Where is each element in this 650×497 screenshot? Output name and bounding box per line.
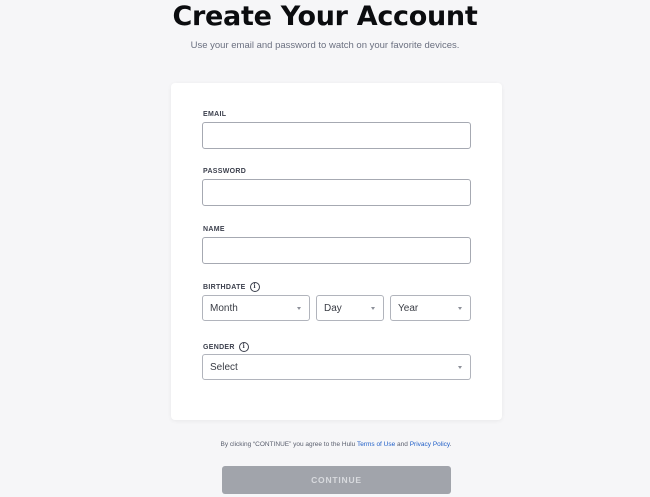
email-field[interactable]	[202, 122, 471, 149]
birthdate-day-select[interactable]: Day	[316, 295, 384, 321]
signup-page: Create Your Account Use your email and p…	[0, 0, 650, 497]
name-field[interactable]	[202, 237, 471, 264]
birthdate-month-value: Month	[210, 302, 238, 314]
terms-and: and	[395, 441, 410, 448]
password-field[interactable]	[202, 179, 471, 206]
signup-form-card: EMAIL PASSWORD NAME BIRTHDATE i Month Da…	[171, 83, 502, 420]
year-chevron-down-icon	[458, 307, 462, 310]
gender-chevron-down-icon	[458, 366, 462, 369]
terms-of-use-link[interactable]: Terms of Use	[357, 441, 395, 448]
password-label: PASSWORD	[203, 168, 246, 175]
terms-notice: By clicking “CONTINUE” you agree to the …	[0, 441, 650, 448]
gender-info-icon[interactable]: i	[238, 342, 249, 352]
password-label-text: PASSWORD	[203, 168, 247, 175]
email-label-text: EMAIL	[203, 111, 227, 118]
email-label: EMAIL	[203, 111, 226, 118]
name-label: NAME	[203, 226, 225, 233]
name-label-text: NAME	[203, 226, 225, 233]
continue-button[interactable]: CONTINUE	[222, 466, 451, 494]
birthdate-day-value: Day	[324, 302, 342, 314]
birthdate-info-icon[interactable]: i	[249, 282, 260, 292]
page-title: Create Your Account	[172, 1, 478, 32]
privacy-policy-link[interactable]: Privacy Policy	[410, 441, 450, 448]
birthdate-month-select[interactable]: Month	[202, 295, 310, 321]
birthdate-year-value: Year	[398, 302, 419, 314]
gender-label: GENDER i	[203, 342, 249, 352]
birthdate-label: BIRTHDATE i	[203, 282, 260, 292]
terms-suffix: .	[449, 441, 452, 448]
day-chevron-down-icon	[371, 307, 375, 310]
birthdate-label-text: BIRTHDATE	[203, 283, 246, 291]
terms-prefix: By clicking “CONTINUE” you agree to the …	[220, 441, 357, 448]
month-chevron-down-icon	[297, 307, 301, 310]
page-subtitle: Use your email and password to watch on …	[190, 40, 460, 51]
gender-label-text: GENDER	[203, 343, 235, 351]
gender-select-value: Select	[210, 361, 238, 373]
birthdate-year-select[interactable]: Year	[390, 295, 471, 321]
gender-select[interactable]: Select	[202, 354, 471, 380]
